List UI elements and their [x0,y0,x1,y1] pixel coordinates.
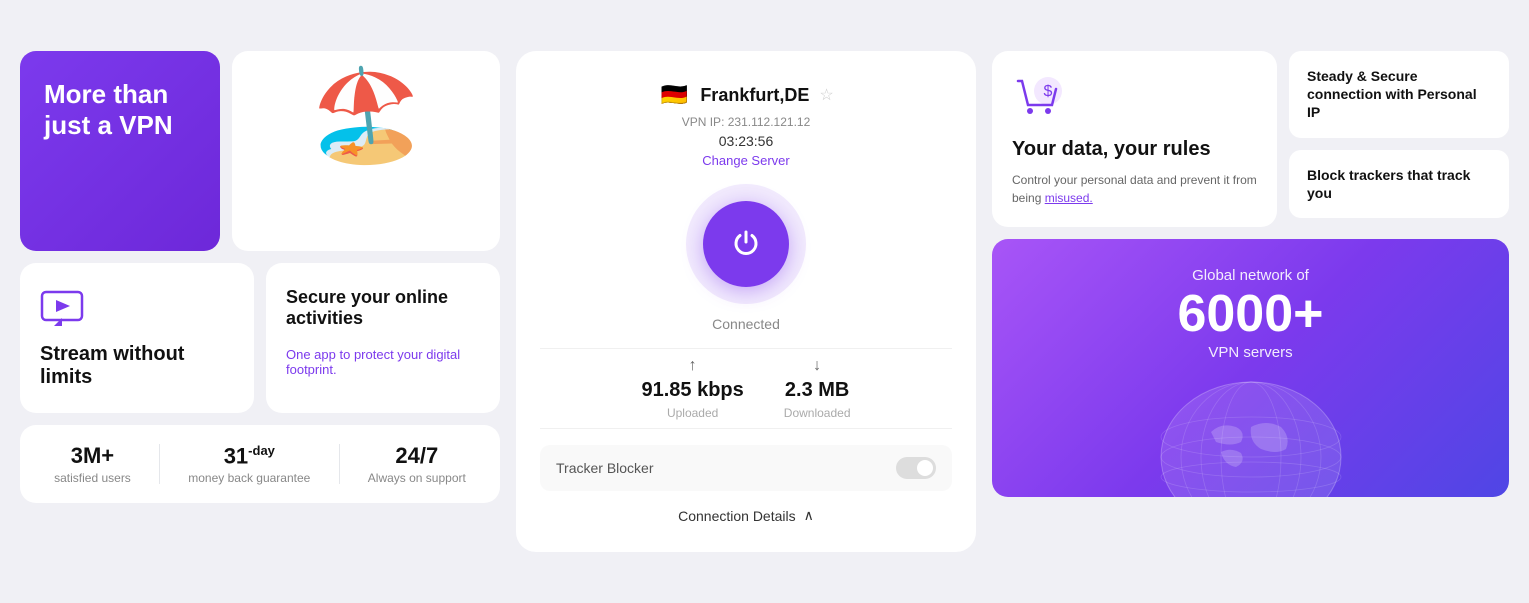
tracker-blocker-label: Tracker Blocker [556,460,654,476]
upload-label: Uploaded [667,406,718,420]
global-network-title: Global network of [1192,267,1309,284]
download-label: Downloaded [784,406,851,420]
stream-icon [40,287,84,331]
globe-illustration [1141,377,1361,497]
right-top-row: $ Your data, your rules Control your per… [992,51,1509,227]
connected-status: Connected [712,316,780,332]
server-name-row: 🇩🇪 Frankfurt,DE ☆ [658,79,833,111]
stat-divider-2 [339,444,340,484]
hero-title: More than just a VPN [44,79,173,140]
power-button-container: Connected [686,184,806,332]
download-value: 2.3 MB [785,379,849,402]
stat-users-label: satisfied users [54,471,131,485]
steady-connection-card: Steady & Secure connection with Personal… [1289,51,1509,138]
block-trackers-card: Block trackers that track you [1289,150,1509,218]
monitor-icon [40,290,84,328]
stat-divider-1 [159,444,160,484]
right-mini-cards: Steady & Secure connection with Personal… [1289,51,1509,227]
stream-secure-row: Stream without limits Secure your online… [20,263,500,413]
cart-dollar-icon-svg: $ [1012,71,1064,123]
favorite-star-icon[interactable]: ☆ [819,85,833,105]
tracker-blocker-row: Tracker Blocker [540,445,952,491]
main-container: More than just a VPN 🏖️ Stream without l… [20,51,1509,552]
purple-hero-card: More than just a VPN [20,51,220,251]
upload-value: 91.85 kbps [641,379,743,402]
misused-link[interactable]: misused. [1045,191,1093,205]
download-arrow-icon: ↓ [813,357,821,375]
secure-title: Secure your online activities [286,287,480,329]
connection-details-label: Connection Details [678,508,796,524]
power-ring [686,184,806,304]
global-network-number: 6000+ [1177,288,1323,340]
secure-desc: One app to protect your digital footprin… [286,347,480,377]
connection-details-button[interactable]: Connection Details ∧ [678,507,814,524]
secure-activities-card: Secure your online activities One app to… [266,263,500,413]
stat-guarantee: 31-day money back guarantee [188,443,310,485]
globe-svg [1141,377,1361,497]
tracker-blocker-toggle[interactable] [896,457,936,479]
change-server-button[interactable]: Change Server [702,153,789,168]
data-rules-title: Your data, your rules [1012,138,1257,161]
left-section: More than just a VPN 🏖️ Stream without l… [20,51,500,503]
stats-row: 3M+ satisfied users 31-day money back gu… [20,425,500,503]
stat-guarantee-value: 31-day [224,443,275,469]
connection-timer: 03:23:56 [719,133,774,149]
beach-card: 🏖️ [232,51,500,251]
beach-illustration: 🏖️ [310,71,422,161]
server-header: 🇩🇪 Frankfurt,DE ☆ VPN IP: 231.112.121.12… [540,79,952,168]
chevron-up-icon: ∧ [804,507,814,524]
stat-guarantee-label: money back guarantee [188,471,310,485]
vpn-ip: VPN IP: 231.112.121.12 [682,115,811,129]
power-icon-svg [730,228,762,260]
global-network-subtitle: VPN servers [1208,344,1292,361]
right-section: $ Your data, your rules Control your per… [992,51,1509,497]
global-network-card: Global network of 6000+ VPN servers [992,239,1509,497]
data-rules-desc: Control your personal data and prevent i… [1012,171,1257,207]
stat-support-label: Always on support [368,471,466,485]
stat-users-value: 3M+ [71,443,114,469]
stat-support: 24/7 Always on support [368,443,466,485]
speed-row: ↑ 91.85 kbps Uploaded ↓ 2.3 MB Downloade… [540,348,952,429]
svg-text:$: $ [1044,83,1053,100]
upload-arrow-icon: ↑ [689,357,697,375]
top-row: More than just a VPN 🏖️ [20,51,500,251]
stream-title: Stream without limits [40,343,234,389]
stat-users: 3M+ satisfied users [54,443,131,485]
cart-icon: $ [1012,71,1257,128]
data-rules-card: $ Your data, your rules Control your per… [992,51,1277,227]
block-trackers-title: Block trackers that track you [1307,166,1491,202]
steady-connection-title: Steady & Secure connection with Personal… [1307,67,1491,122]
stat-support-value: 24/7 [395,443,438,469]
country-flag: 🇩🇪 [658,79,690,111]
upload-speed: ↑ 91.85 kbps Uploaded [641,357,743,420]
vpn-panel: 🇩🇪 Frankfurt,DE ☆ VPN IP: 231.112.121.12… [516,51,976,552]
server-name: Frankfurt,DE [700,85,809,106]
download-speed: ↓ 2.3 MB Downloaded [784,357,851,420]
stream-card: Stream without limits [20,263,254,413]
power-button[interactable] [703,201,789,287]
